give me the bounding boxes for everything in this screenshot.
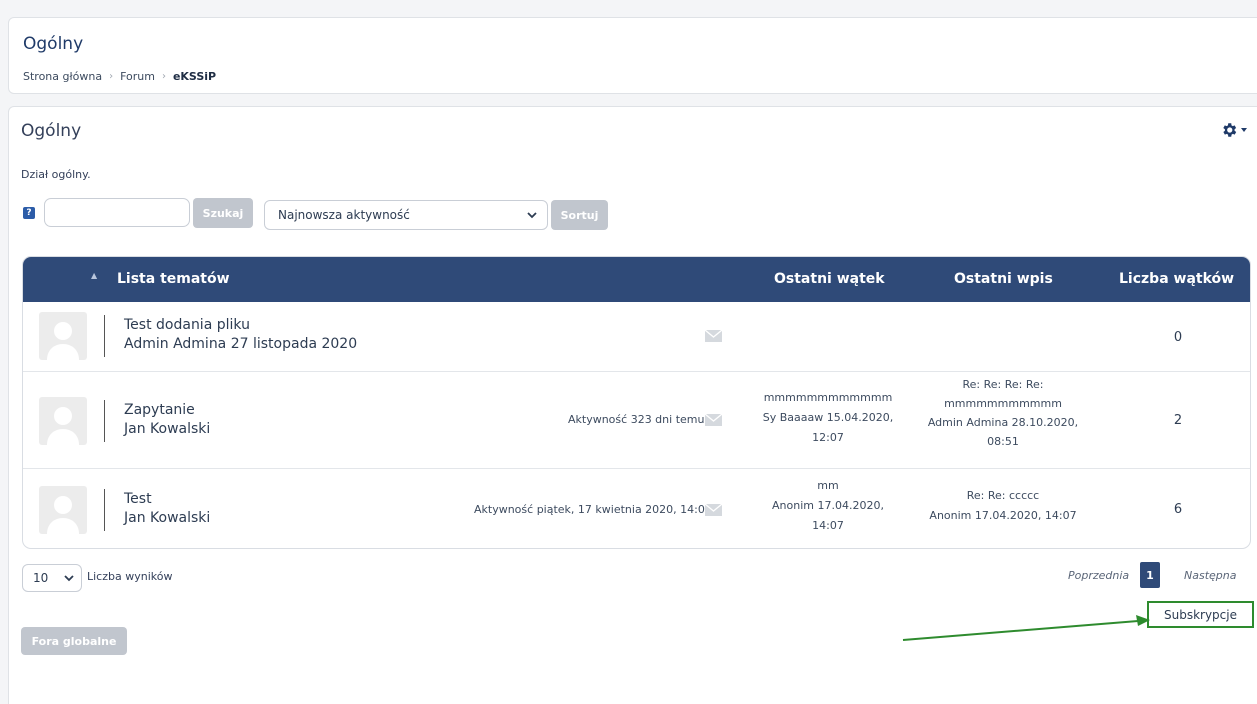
column-header-last-thread: Ostatni wątek bbox=[774, 271, 885, 287]
breadcrumb-forum[interactable]: Forum bbox=[120, 70, 155, 83]
column-header-last-post: Ostatni wpis bbox=[954, 271, 1053, 287]
last-thread-cell: mmmmmmmmmmmm Sy Baaaaw 15.04.2020, 12:07 bbox=[753, 388, 903, 448]
per-page-label: Liczba wyników bbox=[87, 570, 173, 583]
topic-title[interactable]: Test dodania pliku bbox=[124, 316, 357, 335]
thread-count: 2 bbox=[1173, 413, 1183, 428]
breadcrumb-home[interactable]: Strona główna bbox=[23, 70, 102, 83]
last-thread-time: 12:07 bbox=[812, 431, 844, 444]
topic-title-block: Zapytanie Jan Kowalski bbox=[124, 401, 210, 439]
topic-title[interactable]: Test bbox=[124, 490, 210, 509]
per-page-value: 10 bbox=[33, 571, 49, 585]
topic-title-block: Test Jan Kowalski bbox=[124, 490, 210, 528]
last-post-time: 08:51 bbox=[987, 435, 1019, 448]
topics-table: ▲ Lista tematów Ostatni wątek Ostatni wp… bbox=[22, 256, 1251, 549]
breadcrumb-separator-icon: › bbox=[161, 71, 166, 82]
divider bbox=[104, 315, 105, 357]
topic-activity: Aktywność piątek, 17 kwietnia 2020, 14:0… bbox=[474, 503, 712, 516]
next-page-link[interactable]: Następna bbox=[1184, 569, 1236, 582]
last-thread-cell: mm Anonim 17.04.2020, 14:07 bbox=[753, 476, 903, 536]
breadcrumb-separator-icon: › bbox=[109, 71, 114, 82]
table-row[interactable]: Zapytanie Jan Kowalski Aktywność 323 dni… bbox=[23, 371, 1250, 468]
help-icon[interactable]: ? bbox=[23, 207, 35, 219]
chevron-down-icon bbox=[527, 211, 537, 218]
last-thread-time: 14:07 bbox=[812, 519, 844, 532]
thread-count: 0 bbox=[1173, 330, 1183, 345]
last-thread-author: Sy Baaaaw 15.04.2020, bbox=[762, 411, 894, 424]
mail-icon[interactable] bbox=[705, 330, 722, 342]
topic-author: Jan Kowalski bbox=[124, 421, 211, 437]
subscriptions-button[interactable]: Subskrypcje bbox=[1147, 601, 1254, 628]
topic-title-block: Test dodania pliku Admin Admina 27 listo… bbox=[124, 316, 357, 354]
divider bbox=[104, 400, 105, 442]
last-thread-title[interactable]: mmmmmmmmmmmm bbox=[753, 388, 903, 408]
last-post-cell: Re: Re: Re: Re: mmmmmmmmmmm Admin Admina… bbox=[923, 375, 1083, 451]
topic-title[interactable]: Zapytanie bbox=[124, 401, 210, 420]
last-post-title-1[interactable]: Re: Re: Re: Re: bbox=[923, 375, 1083, 394]
column-header-count: Liczba wątków bbox=[1119, 271, 1235, 287]
avatar-icon bbox=[39, 486, 87, 534]
annotation-arrow bbox=[902, 615, 1150, 641]
thread-count: 6 bbox=[1173, 502, 1183, 517]
breadcrumb: Strona główna › Forum › eKSSiP bbox=[23, 70, 216, 83]
table-header: ▲ Lista tematów Ostatni wątek Ostatni wp… bbox=[23, 257, 1250, 302]
last-thread-author: Anonim 17.04.2020, bbox=[772, 499, 884, 512]
table-row[interactable]: Test Jan Kowalski Aktywność piątek, 17 k… bbox=[23, 468, 1250, 548]
column-header-topics[interactable]: Lista tematów bbox=[117, 271, 230, 287]
last-post-title-2[interactable]: mmmmmmmmmmm bbox=[923, 394, 1083, 413]
global-forums-button[interactable]: Fora globalne bbox=[21, 627, 127, 655]
breadcrumb-current[interactable]: eKSSiP bbox=[173, 70, 216, 83]
last-thread-title[interactable]: mm bbox=[753, 476, 903, 496]
caret-down-icon bbox=[1241, 128, 1247, 132]
divider bbox=[104, 489, 105, 531]
sort-button[interactable]: Sortuj bbox=[551, 200, 608, 230]
settings-menu[interactable] bbox=[1220, 120, 1252, 140]
chevron-down-icon bbox=[64, 574, 74, 581]
sort-asc-icon[interactable]: ▲ bbox=[91, 271, 97, 280]
previous-page-link[interactable]: Poprzednia bbox=[1068, 569, 1129, 582]
gear-icon bbox=[1223, 123, 1237, 137]
forum-description: Dział ogólny. bbox=[21, 168, 91, 181]
avatar-icon bbox=[39, 397, 87, 445]
current-page[interactable]: 1 bbox=[1140, 562, 1160, 588]
topic-activity: Aktywność 323 dni temu bbox=[568, 413, 705, 426]
last-post-cell: Re: Re: ccccc Anonim 17.04.2020, 14:07 bbox=[923, 486, 1083, 526]
per-page-select[interactable]: 10 bbox=[22, 564, 82, 592]
table-row[interactable]: Test dodania pliku Admin Admina 27 listo… bbox=[23, 302, 1250, 371]
sort-select[interactable]: Najnowsza aktywność bbox=[264, 200, 548, 230]
topic-author: Admin Admina 27 listopada 2020 bbox=[124, 336, 358, 352]
page-title: Ogólny bbox=[23, 34, 84, 54]
last-post-author: Admin Admina 28.10.2020, bbox=[927, 416, 1079, 429]
last-post-title[interactable]: Re: Re: ccccc bbox=[923, 486, 1083, 506]
mail-icon[interactable] bbox=[705, 504, 722, 516]
search-button[interactable]: Szukaj bbox=[193, 198, 253, 228]
search-input[interactable] bbox=[44, 198, 190, 227]
mail-icon[interactable] bbox=[705, 414, 722, 426]
avatar-icon bbox=[39, 312, 87, 360]
sort-selected-value: Najnowsza aktywność bbox=[278, 208, 410, 222]
last-post-author-time: Anonim 17.04.2020, 14:07 bbox=[929, 509, 1077, 522]
forum-title: Ogólny bbox=[21, 121, 82, 141]
topic-author: Jan Kowalski bbox=[124, 510, 211, 526]
